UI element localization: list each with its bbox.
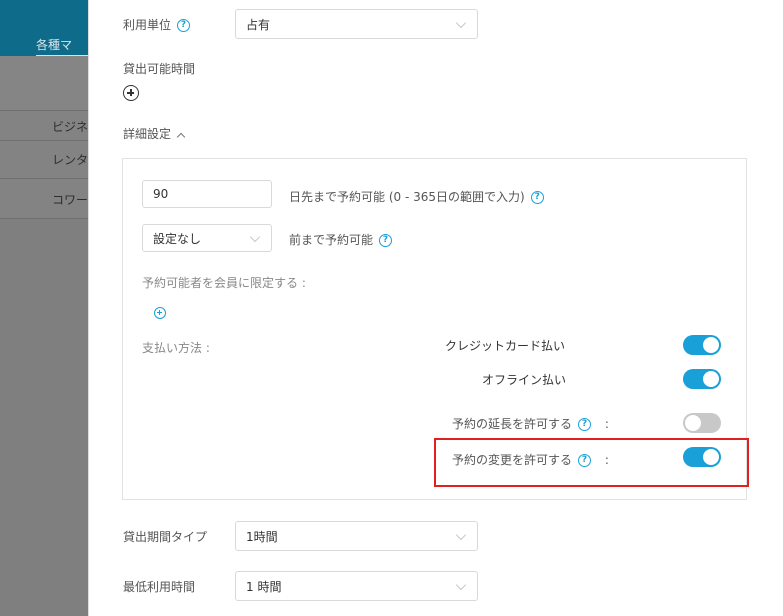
toggle-knob	[703, 337, 719, 353]
table-row: ビジネ	[0, 110, 88, 140]
allow-extension-toggle[interactable]	[683, 413, 721, 433]
background-table-header-area	[0, 56, 88, 110]
advance-booking-days-value: 90	[153, 187, 169, 201]
table-row[interactable]: レンタ	[0, 140, 88, 178]
allow-extension-text: 予約の延長を許可する	[452, 417, 573, 431]
advance-booking-label: 日先まで予約可能 (0 - 365日の範囲で入力)?	[289, 188, 544, 205]
chevron-down-icon	[455, 529, 467, 541]
advance-booking-days-input[interactable]: 90	[142, 180, 272, 208]
booking-deadline-value: 設定なし	[153, 231, 202, 246]
payment-method-label: 支払い方法 :	[142, 341, 210, 355]
rental-period-type-value: 1時間	[246, 529, 278, 544]
chevron-up-icon	[176, 132, 186, 141]
add-member-limit-icon[interactable]	[154, 307, 166, 319]
settings-drawer: 利用単位? 占有 貸出可能時間 詳細設定 90 日先まで予約可能 (0 - 36…	[88, 0, 783, 616]
background-page: 各種マ ビジネ レンタ コワー	[0, 0, 96, 616]
help-icon[interactable]: ?	[530, 191, 544, 204]
usage-unit-value: 占有	[246, 17, 271, 32]
usage-unit-label: 利用単位?	[123, 16, 191, 33]
background-tab[interactable]: 各種マ	[36, 36, 96, 56]
add-rental-hours-icon[interactable]	[123, 85, 139, 101]
booking-deadline-select[interactable]: 設定なし	[142, 224, 272, 252]
allow-extension-label: 予約の延長を許可する? :	[452, 415, 609, 432]
table-cell: コワー	[52, 193, 89, 207]
toggle-knob	[685, 415, 701, 431]
min-usage-time-select[interactable]: 1 時間	[235, 571, 478, 601]
chevron-down-icon	[455, 579, 467, 591]
advanced-settings-toggle[interactable]: 詳細設定	[123, 125, 186, 142]
min-usage-time-value: 1 時間	[246, 579, 282, 594]
credit-card-label: クレジットカード払い	[445, 339, 566, 353]
table-cell: ビジネ	[52, 120, 89, 134]
highlight-box	[434, 438, 749, 487]
booking-deadline-label: 前まで予約可能?	[289, 231, 393, 248]
member-limit-label: 予約可能者を会員に限定する :	[142, 276, 306, 290]
toggle-knob	[703, 371, 719, 387]
help-icon[interactable]: ?	[379, 234, 393, 247]
offline-payment-label: オフライン払い	[482, 373, 567, 387]
screen: 各種マ ビジネ レンタ コワー 利用単位? 占有 貸出可能時間 詳細設定 90 …	[0, 0, 783, 616]
advance-booking-suffix: 日先まで予約可能 (0 - 365日の範囲で入力)	[289, 190, 525, 204]
chevron-down-icon	[455, 17, 467, 29]
table-row[interactable]: コワー	[0, 178, 88, 219]
rental-hours-label: 貸出可能時間	[123, 62, 196, 76]
credit-card-toggle[interactable]	[683, 335, 721, 355]
table-cell: レンタ	[52, 153, 89, 167]
chevron-down-icon	[249, 231, 261, 243]
advanced-settings-label: 詳細設定	[123, 127, 172, 141]
colon: :	[604, 417, 609, 431]
min-usage-time-label: 最低利用時間	[123, 580, 196, 594]
rental-period-type-select[interactable]: 1時間	[235, 521, 478, 551]
usage-unit-select[interactable]: 占有	[235, 9, 478, 39]
help-icon[interactable]: ?	[578, 418, 592, 431]
help-icon[interactable]: ?	[177, 19, 191, 32]
rental-period-type-label: 貸出期間タイプ	[123, 530, 208, 544]
booking-deadline-suffix: 前まで予約可能	[289, 233, 374, 247]
usage-unit-label-text: 利用単位	[123, 18, 172, 32]
offline-payment-toggle[interactable]	[683, 369, 721, 389]
